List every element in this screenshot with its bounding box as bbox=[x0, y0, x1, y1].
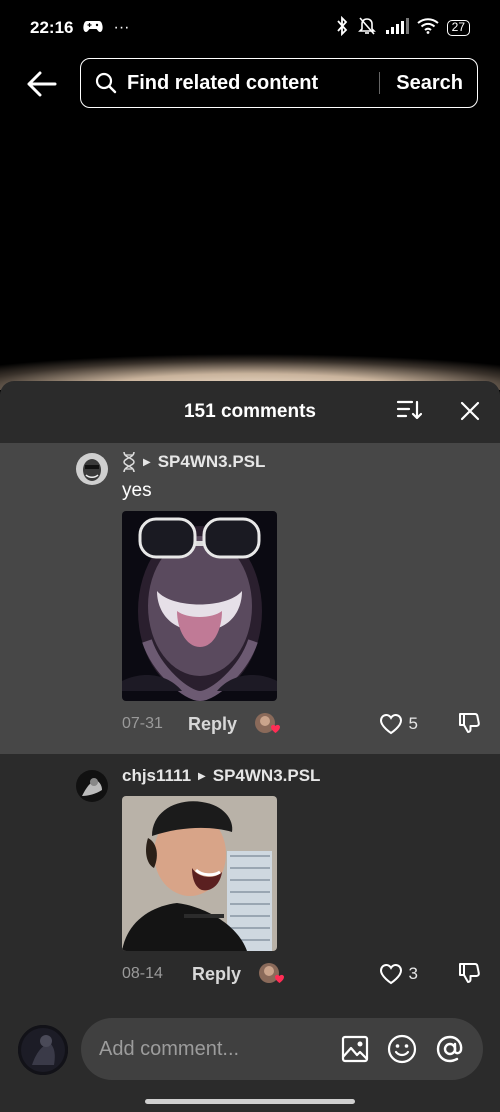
comments-header: 151 comments bbox=[0, 381, 500, 443]
like-button[interactable]: 3 bbox=[379, 963, 418, 985]
search-button[interactable]: Search bbox=[396, 72, 463, 95]
comment-input[interactable]: Add comment... bbox=[81, 1018, 483, 1080]
status-left: 22:16 ··· bbox=[30, 18, 129, 38]
game-controller-icon bbox=[83, 19, 104, 38]
search-input[interactable]: Find related content bbox=[127, 72, 379, 95]
comment-item[interactable]: chjs1111 ▶ SP4WN3.PSL 08-14 Reply 3 bbox=[0, 754, 500, 1004]
comments-sheet: 151 comments ▶ SP4WN3.PSL yes 07-31 Repl… bbox=[0, 381, 500, 1112]
back-button[interactable] bbox=[22, 66, 62, 102]
image-button[interactable] bbox=[341, 1035, 369, 1063]
like-count: 5 bbox=[408, 714, 418, 733]
like-count: 3 bbox=[408, 964, 418, 983]
status-bar: 22:16 ··· 27 bbox=[0, 0, 500, 56]
like-button[interactable]: 5 bbox=[379, 713, 418, 735]
dislike-button[interactable] bbox=[458, 960, 482, 989]
liked-by-author-badge bbox=[253, 711, 283, 737]
comment-meta: chjs1111 ▶ SP4WN3.PSL bbox=[122, 766, 320, 786]
avatar[interactable] bbox=[76, 770, 108, 802]
thumbs-down-icon bbox=[459, 712, 480, 733]
comment-meta: ▶ SP4WN3.PSL bbox=[122, 451, 265, 473]
more-notifications-icon: ··· bbox=[113, 19, 130, 36]
status-right: 27 bbox=[335, 15, 470, 41]
at-icon bbox=[436, 1035, 463, 1063]
comment-date: 08-14 bbox=[122, 965, 163, 982]
emoji-button[interactable] bbox=[387, 1034, 417, 1064]
bluetooth-icon bbox=[335, 15, 349, 41]
search-icon bbox=[95, 72, 117, 94]
search-header: Find related content Search bbox=[0, 58, 500, 110]
comment-actions: 07-31 Reply 5 bbox=[122, 709, 482, 739]
heart-outline-icon bbox=[379, 713, 402, 735]
home-indicator bbox=[145, 1099, 355, 1104]
sort-button[interactable] bbox=[396, 399, 423, 426]
reply-button[interactable]: Reply bbox=[188, 714, 237, 735]
mention-button[interactable] bbox=[435, 1034, 465, 1064]
comment-date: 07-31 bbox=[122, 715, 163, 732]
comment-text: yes bbox=[122, 480, 152, 501]
wifi-icon bbox=[417, 17, 439, 39]
signal-icon bbox=[385, 17, 409, 39]
comment-image[interactable] bbox=[122, 796, 277, 951]
battery-indicator: 27 bbox=[446, 20, 470, 36]
heart-outline-icon bbox=[379, 963, 402, 985]
thumbs-down-icon bbox=[459, 962, 480, 983]
reply-to-username[interactable]: SP4WN3.PSL bbox=[158, 452, 266, 472]
comment-image[interactable] bbox=[122, 511, 277, 701]
comment-item[interactable]: ▶ SP4WN3.PSL yes 07-31 Reply 5 bbox=[0, 443, 500, 754]
close-button[interactable] bbox=[460, 401, 480, 426]
sort-icon bbox=[396, 400, 423, 420]
reply-arrow-icon: ▶ bbox=[143, 456, 151, 468]
reply-button[interactable]: Reply bbox=[192, 964, 241, 985]
emoji-icon bbox=[387, 1034, 417, 1064]
reply-to-username[interactable]: SP4WN3.PSL bbox=[213, 766, 321, 786]
avatar[interactable] bbox=[76, 453, 108, 485]
bell-muted-icon bbox=[357, 16, 377, 41]
liked-by-author-badge bbox=[257, 961, 287, 987]
reply-arrow-icon: ▶ bbox=[198, 770, 206, 782]
comment-input-placeholder[interactable]: Add comment... bbox=[99, 1038, 323, 1061]
status-time: 22:16 bbox=[30, 18, 74, 37]
arrow-left-icon bbox=[27, 71, 57, 97]
comment-actions: 08-14 Reply 3 bbox=[122, 959, 482, 989]
comments-count-title: 151 comments bbox=[183, 401, 316, 422]
search-box[interactable]: Find related content Search bbox=[80, 58, 478, 108]
close-icon bbox=[460, 401, 480, 421]
dislike-button[interactable] bbox=[458, 710, 482, 739]
comment-input-bar: Add comment... bbox=[0, 1004, 500, 1112]
dna-icon bbox=[123, 451, 135, 473]
search-divider bbox=[379, 72, 381, 94]
comment-username[interactable]: chjs1111 bbox=[122, 766, 191, 786]
image-icon bbox=[341, 1035, 369, 1063]
avatar[interactable] bbox=[18, 1025, 68, 1075]
